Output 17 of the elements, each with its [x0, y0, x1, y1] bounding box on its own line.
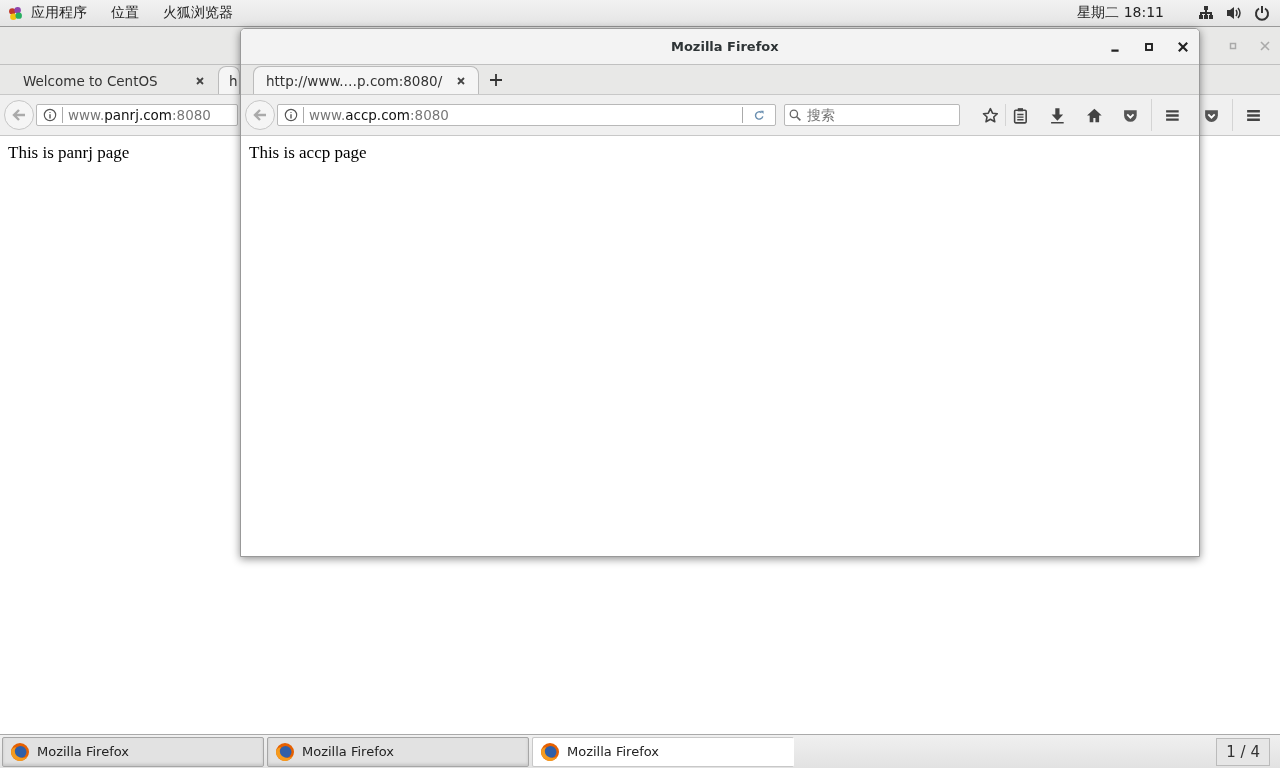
search-field[interactable]: 搜索	[784, 104, 961, 126]
browser-tab[interactable]: Welcome to CentOS	[10, 66, 218, 94]
browser-tab[interactable]: http://www.…p.com:8080/	[253, 66, 480, 94]
url-field[interactable]: www.panrj.com:8080	[36, 104, 238, 126]
top-menu-item[interactable]: 火狐浏览器	[163, 4, 233, 22]
top-menu-item[interactable]: 位置	[111, 4, 139, 22]
taskbar-button[interactable]: Mozilla Firefox	[267, 736, 529, 767]
page-text: This is panrj page	[8, 143, 130, 162]
top-menu-item[interactable]: 应用程序	[31, 4, 87, 22]
clock[interactable]: 星期二 18:11	[1077, 4, 1164, 22]
taskbar-button[interactable]: Mozilla Firefox	[2, 736, 264, 767]
browser-tab[interactable]: h	[218, 66, 240, 94]
url-field[interactable]: www.accp.com:8080	[277, 104, 777, 126]
taskbar-button[interactable]: Mozilla Firefox	[532, 736, 794, 767]
page-text: This is accp page	[249, 143, 367, 162]
workspace-indicator[interactable]: 1 / 4	[1216, 737, 1270, 766]
window-title: Mozilla Firefox	[671, 39, 780, 54]
